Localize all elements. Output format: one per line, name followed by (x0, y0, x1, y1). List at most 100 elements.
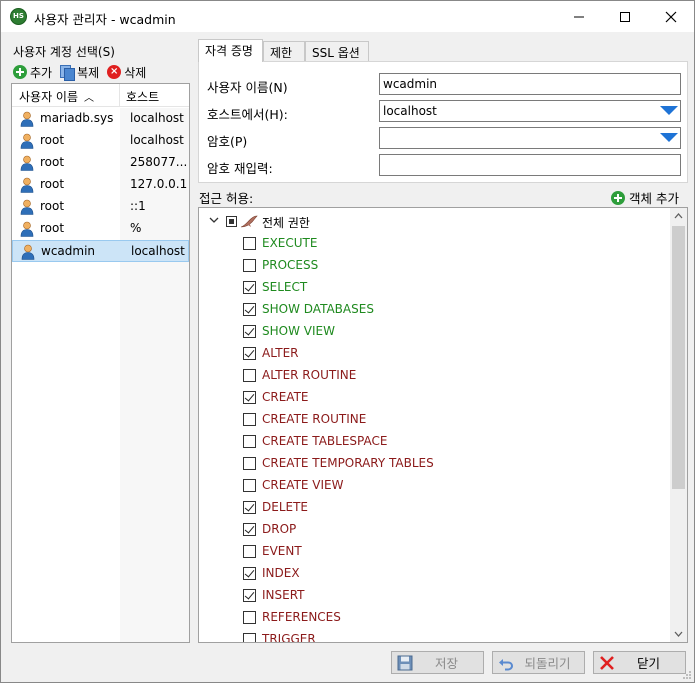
privilege-row[interactable]: EXECUTE (199, 232, 669, 254)
account-toolbar: 추가 복제 × 삭제 (13, 63, 154, 81)
privilege-checkbox[interactable] (243, 479, 256, 492)
privilege-row[interactable]: CREATE VIEW (199, 474, 669, 496)
user-host: localhost (130, 133, 184, 147)
privilege-checkbox[interactable] (243, 457, 256, 470)
privilege-checkbox[interactable] (243, 501, 256, 514)
privilege-checkbox[interactable] (243, 325, 256, 338)
privilege-checkbox[interactable] (243, 303, 256, 316)
delete-user-button[interactable]: × 삭제 (107, 64, 146, 81)
privilege-name: ALTER ROUTINE (262, 368, 357, 382)
username-label: 사용자 이름(N) (207, 80, 288, 95)
user-row[interactable]: wcadmin localhost (12, 240, 189, 262)
privilege-checkbox[interactable] (243, 523, 256, 536)
window-title: 사용자 관리자 - wcadmin (34, 12, 176, 27)
tab-ssl-options[interactable]: SSL 옵션 (305, 41, 369, 61)
save-button[interactable]: 저장 (391, 651, 484, 674)
privilege-checkbox[interactable] (243, 545, 256, 558)
chevron-down-icon[interactable] (209, 215, 219, 225)
user-icon (20, 155, 34, 171)
privilege-checkbox[interactable] (243, 259, 256, 272)
password-generator-arrow-icon[interactable] (660, 133, 678, 143)
privilege-checkbox[interactable] (243, 237, 256, 250)
privilege-checkbox[interactable] (243, 567, 256, 580)
root-checkbox-partial[interactable] (226, 216, 237, 227)
user-name: root (40, 155, 65, 169)
access-allowed-label: 접근 허용: (199, 191, 254, 206)
scrollbar-thumb[interactable] (672, 226, 685, 489)
dropdown-arrow-icon[interactable] (660, 106, 678, 116)
add-object-button[interactable]: 객체 추가 (611, 188, 679, 207)
privilege-row[interactable]: CREATE TABLESPACE (199, 430, 669, 452)
privilege-row[interactable]: INSERT (199, 584, 669, 606)
privilege-checkbox[interactable] (243, 633, 256, 642)
add-object-icon (611, 190, 625, 205)
privilege-row[interactable]: SHOW DATABASES (199, 298, 669, 320)
username-input[interactable]: wcadmin (379, 73, 681, 95)
privilege-row[interactable]: SHOW VIEW (199, 320, 669, 342)
column-separator[interactable] (119, 84, 120, 107)
privilege-row[interactable]: CREATE (199, 386, 669, 408)
privilege-checkbox[interactable] (243, 281, 256, 294)
privilege-checkbox[interactable] (243, 347, 256, 360)
tab-credentials[interactable]: 자격 증명 (198, 39, 263, 62)
tree-scrollbar[interactable] (670, 208, 687, 642)
user-row[interactable]: root 258077... (12, 152, 189, 174)
privileges-tree[interactable]: 전체 권한 EXECUTE PROCESS SELECT SHOW DATABASES… (198, 207, 688, 643)
privilege-name: SELECT (262, 280, 308, 294)
privilege-row[interactable]: CREATE TEMPORARY TABLES (199, 452, 669, 474)
privilege-checkbox[interactable] (243, 369, 256, 382)
privilege-row[interactable]: TRIGGER (199, 628, 669, 642)
confirm-password-label: 암호 재입력: (207, 161, 273, 176)
privilege-checkbox[interactable] (243, 589, 256, 602)
user-name: root (40, 221, 65, 235)
close-label: 닫기 (636, 656, 660, 671)
privilege-row[interactable]: CREATE ROUTINE (199, 408, 669, 430)
user-manager-window: HS 사용자 관리자 - wcadmin 사용자 계정 선택(S) 추가 복제 … (0, 0, 695, 683)
privilege-row[interactable]: INDEX (199, 562, 669, 584)
user-row[interactable]: root localhost (12, 130, 189, 152)
privilege-checkbox[interactable] (243, 413, 256, 426)
privilege-row[interactable]: PROCESS (199, 254, 669, 276)
privilege-row[interactable]: EVENT (199, 540, 669, 562)
host-select[interactable]: localhost (379, 100, 681, 122)
host-value: localhost (383, 104, 437, 118)
privilege-checkbox[interactable] (243, 435, 256, 448)
close-window-button[interactable] (648, 1, 694, 32)
close-button[interactable]: 닫기 (593, 651, 686, 674)
maximize-button[interactable] (602, 1, 648, 32)
column-header-user[interactable]: 사용자 이름 ︿ (19, 88, 94, 105)
user-row[interactable]: root::1 (12, 196, 189, 218)
tab-ssl-options-label: SSL 옵션 (312, 46, 360, 60)
confirm-password-input[interactable] (379, 154, 681, 176)
privilege-row[interactable]: ALTER ROUTINE (199, 364, 669, 386)
revert-button[interactable]: 되돌리기 (492, 651, 585, 674)
tab-limits[interactable]: 제한 (263, 41, 305, 61)
password-input[interactable] (379, 127, 681, 149)
privilege-row[interactable]: DROP (199, 518, 669, 540)
host-label: 호스트에서(H): (207, 107, 288, 122)
privilege-checkbox[interactable] (243, 611, 256, 624)
user-list[interactable]: 사용자 이름 ︿ 호스트 mariadb.sys localhost root loca… (11, 83, 190, 643)
privilege-checkbox[interactable] (243, 391, 256, 404)
duplicate-user-button[interactable]: 복제 (60, 64, 99, 81)
scroll-down-icon[interactable] (674, 631, 683, 637)
privilege-row[interactable]: REFERENCES (199, 606, 669, 628)
privilege-row[interactable]: ALTER (199, 342, 669, 364)
scroll-up-icon[interactable] (674, 213, 683, 219)
privilege-row[interactable]: DELETE (199, 496, 669, 518)
user-row[interactable]: root% (12, 218, 189, 240)
tab-limits-label: 제한 (270, 46, 293, 60)
column-header-host[interactable]: 호스트 (126, 88, 159, 105)
user-host: 258077... (130, 155, 188, 169)
account-select-label: 사용자 계정 선택(S) (13, 45, 115, 59)
resize-grip-icon[interactable] (682, 670, 692, 680)
minimize-button[interactable] (556, 1, 602, 32)
user-row[interactable]: root 127.0.0.1 (12, 174, 189, 196)
user-row[interactable]: mariadb.sys localhost (12, 108, 189, 130)
save-label: 저장 (434, 656, 458, 671)
duplicate-user-label: 복제 (77, 65, 100, 80)
privilege-row[interactable]: SELECT (199, 276, 669, 298)
add-user-button[interactable]: 추가 (13, 64, 52, 81)
tree-root-global-privileges[interactable]: 전체 권한 (199, 210, 669, 232)
add-object-label: 객체 추가 (629, 191, 679, 206)
